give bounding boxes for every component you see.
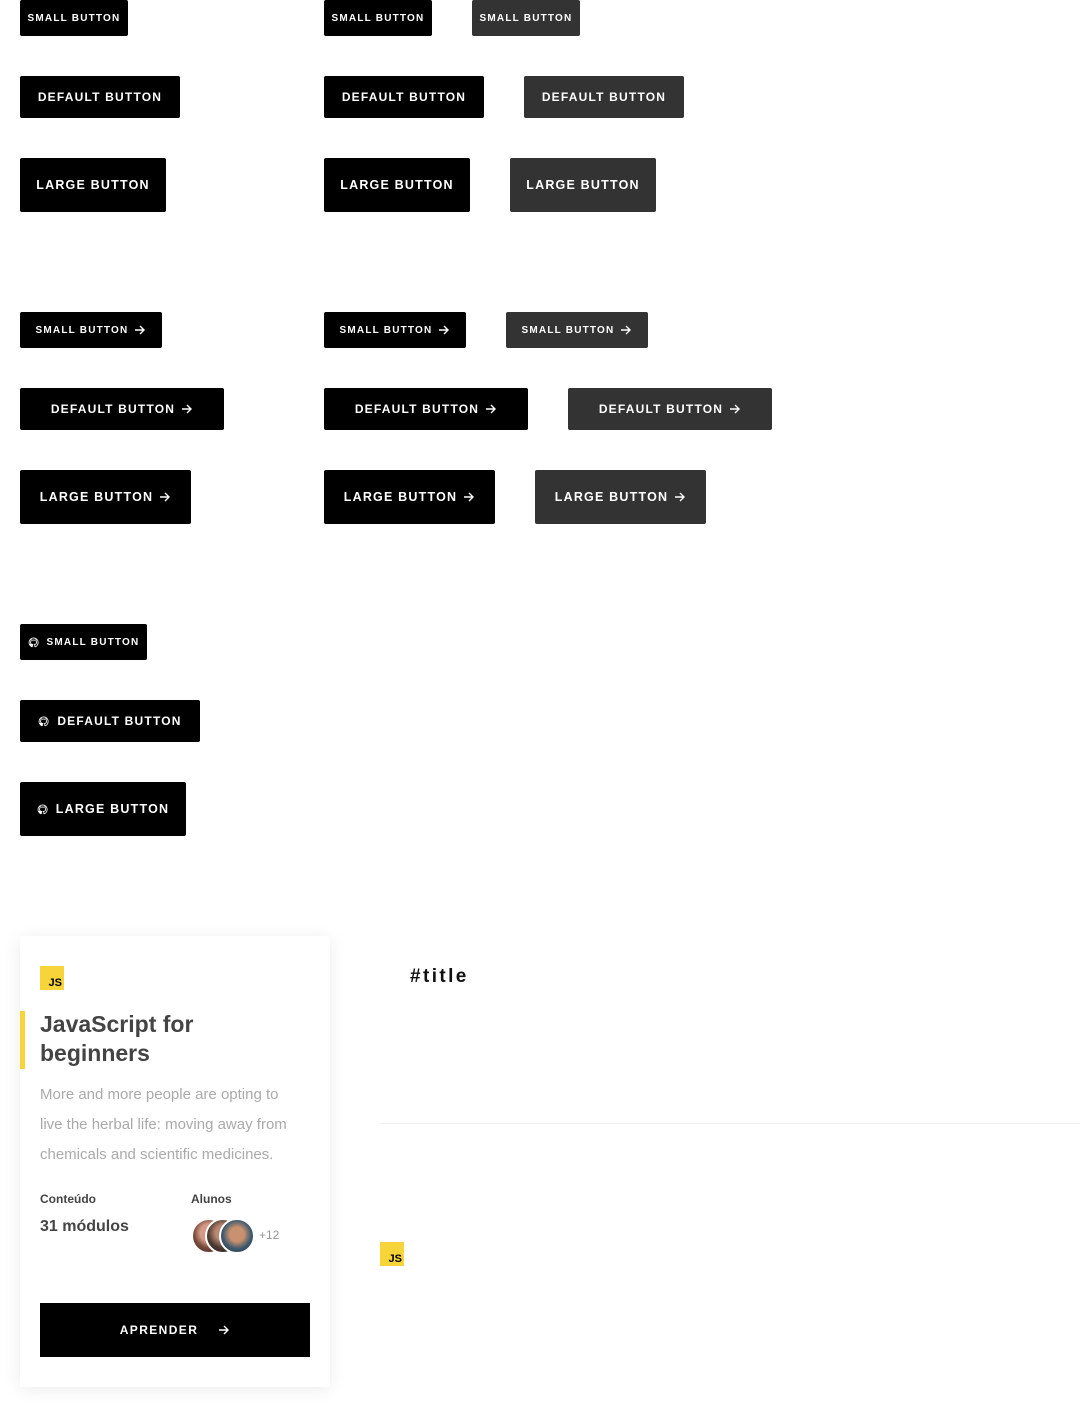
arrow-right-icon	[621, 325, 632, 335]
more-students-count: +12	[259, 1228, 280, 1242]
small-button-dark[interactable]: SMALL BUTTON	[472, 0, 580, 36]
button-label: LARGE BUTTON	[554, 490, 669, 504]
large-arrow-button-black-2[interactable]: LARGE BUTTON	[324, 470, 495, 524]
default-github-button[interactable]: DEFAULT BUTTON	[20, 700, 200, 742]
arrow-right-icon	[486, 404, 497, 414]
large-arrow-button-dark[interactable]: LARGE BUTTON	[535, 470, 706, 524]
arrow-right-icon	[730, 404, 741, 414]
button-label: LARGE BUTTON	[39, 490, 154, 504]
button-label: SMALL BUTTON	[35, 324, 129, 336]
arrow-right-icon	[160, 492, 171, 502]
large-button-black[interactable]: LARGE BUTTON	[20, 158, 166, 212]
arrow-right-icon	[135, 325, 146, 335]
badge-text: JS	[48, 977, 62, 989]
github-icon	[28, 637, 39, 647]
default-arrow-button-black-2[interactable]: DEFAULT BUTTON	[324, 388, 528, 430]
button-label: LARGE BUTTON	[343, 490, 458, 504]
javascript-logo-icon: JS	[380, 1242, 404, 1266]
button-label: DEFAULT BUTTON	[50, 402, 176, 416]
badge-text: JS	[388, 1253, 402, 1265]
button-label: DEFAULT BUTTON	[354, 402, 480, 416]
arrow-right-icon	[439, 325, 450, 335]
small-button-black-2[interactable]: SMALL BUTTON	[324, 0, 432, 36]
button-label: LARGE BUTTON	[55, 802, 170, 816]
large-arrow-button-black[interactable]: LARGE BUTTON	[20, 470, 191, 524]
course-title: JavaScript for beginners	[40, 1011, 194, 1066]
title-accent-bar	[20, 1011, 25, 1069]
github-icon	[37, 804, 48, 814]
large-github-button[interactable]: LARGE BUTTON	[20, 782, 186, 836]
default-arrow-button-dark[interactable]: DEFAULT BUTTON	[568, 388, 772, 430]
student-avatars	[191, 1218, 261, 1254]
default-button-black[interactable]: DEFAULT BUTTON	[20, 76, 180, 118]
small-arrow-button-black-2[interactable]: SMALL BUTTON	[324, 312, 466, 348]
large-button-black-2[interactable]: LARGE BUTTON	[324, 158, 470, 212]
small-arrow-button-dark[interactable]: SMALL BUTTON	[506, 312, 648, 348]
arrow-right-icon	[182, 404, 193, 414]
default-button-black-2[interactable]: DEFAULT BUTTON	[324, 76, 484, 118]
title-placeholder: #title	[410, 966, 469, 987]
arrow-right-icon	[464, 492, 475, 502]
button-label: DEFAULT BUTTON	[598, 402, 724, 416]
button-label: SMALL BUTTON	[521, 324, 615, 336]
students-label: Alunos	[191, 1192, 232, 1206]
javascript-logo-icon: JS	[40, 966, 64, 990]
divider	[380, 1123, 1080, 1124]
arrow-right-icon	[675, 492, 686, 502]
arrow-right-icon	[219, 1325, 230, 1335]
small-github-button[interactable]: SMALL BUTTON	[20, 624, 147, 660]
large-button-dark[interactable]: LARGE BUTTON	[510, 158, 656, 212]
learn-button[interactable]: APRENDER	[40, 1303, 310, 1357]
small-button-black[interactable]: SMALL BUTTON	[20, 0, 128, 36]
avatar	[219, 1218, 255, 1254]
button-label: APRENDER	[119, 1323, 199, 1337]
button-label: DEFAULT BUTTON	[57, 714, 182, 728]
github-icon	[38, 716, 49, 726]
content-label: Conteúdo	[40, 1192, 96, 1206]
course-card: JS JavaScript for beginners More and mor…	[20, 936, 330, 1387]
button-label: SMALL BUTTON	[339, 324, 433, 336]
course-description: More and more people are opting to live …	[40, 1086, 287, 1163]
default-arrow-button-black[interactable]: DEFAULT BUTTON	[20, 388, 224, 430]
small-arrow-button-black[interactable]: SMALL BUTTON	[20, 312, 162, 348]
content-value: 31 módulos	[40, 1218, 129, 1235]
default-button-dark[interactable]: DEFAULT BUTTON	[524, 76, 684, 118]
button-label: SMALL BUTTON	[46, 636, 140, 648]
